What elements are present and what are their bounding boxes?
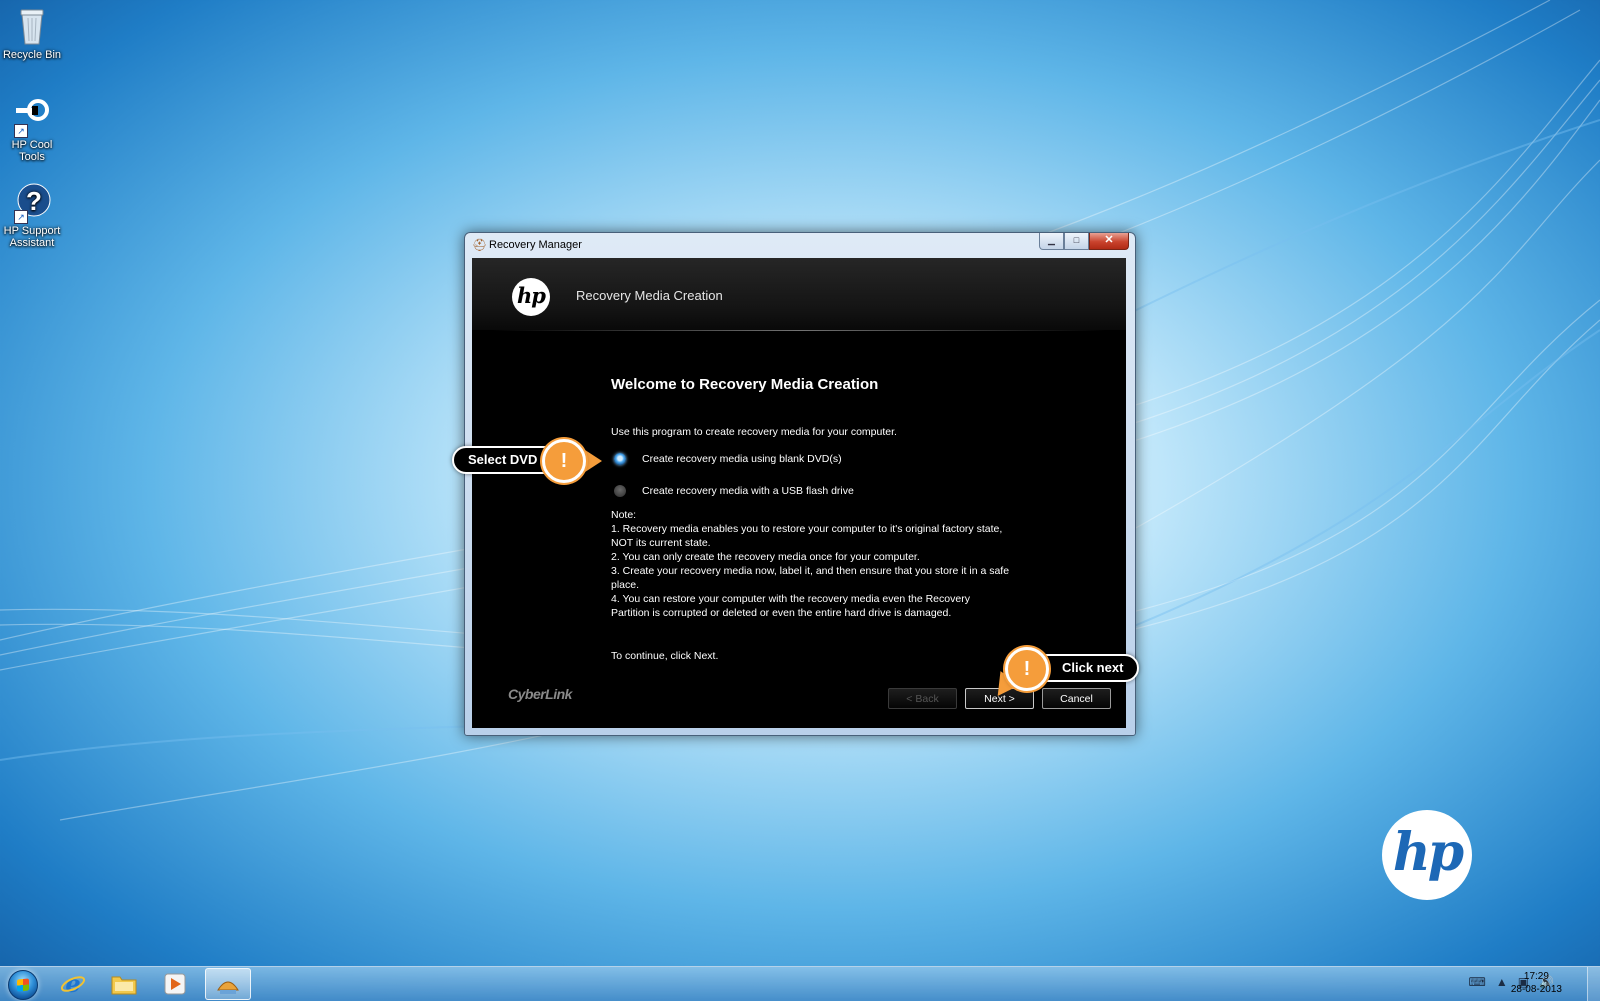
option-label: Create recovery media with a USB flash d… bbox=[642, 485, 854, 497]
folder-icon bbox=[111, 976, 137, 995]
shortcut-arrow-icon: ↗ bbox=[14, 124, 28, 138]
recovery-manager-icon bbox=[217, 981, 239, 994]
hp-support-assistant-icon: ? ↗ bbox=[12, 182, 52, 224]
desktop-icon-hp-support-assistant[interactable]: ? ↗ HP Support Assistant bbox=[0, 182, 64, 249]
cyberlink-logo: CyberLink bbox=[508, 686, 572, 702]
internet-explorer-icon: e bbox=[60, 971, 86, 997]
svg-text:e: e bbox=[65, 971, 80, 997]
desktop-icon-label: HP Cool Tools bbox=[11, 139, 53, 163]
taskbar-windows-explorer[interactable] bbox=[101, 968, 147, 1000]
continue-text: To continue, click Next. bbox=[611, 650, 719, 662]
show-desktop-button[interactable] bbox=[1587, 967, 1600, 1001]
recovery-manager-app-icon: ⛑ bbox=[472, 238, 488, 252]
window-titlebar[interactable]: ⛑ Recovery Manager ▁ □ ✕ bbox=[465, 233, 1135, 257]
header-divider bbox=[492, 330, 1106, 331]
cancel-button[interactable]: Cancel bbox=[1042, 688, 1111, 709]
radio-button[interactable] bbox=[614, 485, 626, 497]
note-line: 4. You can restore your computer with th… bbox=[611, 593, 970, 605]
desktop-icon-label: Recycle Bin bbox=[2, 49, 62, 61]
option-usb[interactable]: Create recovery media with a USB flash d… bbox=[611, 485, 854, 497]
start-button[interactable] bbox=[3, 967, 39, 1001]
option-dvd[interactable]: Create recovery media using blank DVD(s) bbox=[611, 453, 842, 465]
header-title: Recovery Media Creation bbox=[576, 288, 723, 303]
app-header: hp Recovery Media Creation bbox=[472, 258, 1126, 330]
taskbar-media-player[interactable] bbox=[152, 968, 198, 1000]
hp-logo: hp bbox=[512, 278, 550, 316]
note-line: 2. You can only create the recovery medi… bbox=[611, 551, 920, 563]
intro-text: Use this program to create recovery medi… bbox=[611, 426, 897, 438]
media-player-icon bbox=[164, 973, 186, 995]
taskbar: e ⌨ ▲ ▣ 🔊 17:29 28-08-2013 bbox=[0, 966, 1600, 1001]
notes-text: Note: 1. Recovery media enables you to r… bbox=[611, 508, 1041, 620]
maximize-button[interactable]: □ bbox=[1064, 233, 1089, 250]
keyboard-icon[interactable]: ⌨ bbox=[1468, 975, 1485, 989]
desktop-icon-hp-cool-tools[interactable]: ↗ HP Cool Tools bbox=[0, 96, 64, 163]
option-label: Create recovery media using blank DVD(s) bbox=[642, 453, 842, 465]
taskbar-clock[interactable]: 17:29 28-08-2013 bbox=[1511, 970, 1562, 996]
clock-time: 17:29 bbox=[1523, 971, 1549, 982]
radio-button-selected[interactable] bbox=[614, 453, 626, 465]
show-hidden-icons-icon[interactable]: ▲ bbox=[1496, 975, 1508, 989]
note-line: Partition is corrupted or deleted or eve… bbox=[611, 607, 952, 619]
svg-text:?: ? bbox=[26, 186, 42, 216]
note-line: 1. Recovery media enables you to restore… bbox=[611, 523, 1003, 535]
desktop-icon-label: HP Support Assistant bbox=[3, 225, 61, 249]
minimize-icon: ▁ bbox=[1048, 235, 1055, 245]
shortcut-arrow-icon: ↗ bbox=[14, 210, 28, 224]
maximize-icon: □ bbox=[1073, 235, 1080, 245]
close-button[interactable]: ✕ bbox=[1089, 233, 1129, 250]
note-line: 3. Create your recovery media now, label… bbox=[611, 565, 1010, 577]
close-icon: ✕ bbox=[1104, 234, 1114, 246]
note-line: place. bbox=[611, 579, 640, 591]
note-line: Note: bbox=[611, 509, 637, 521]
back-button[interactable]: < Back bbox=[888, 688, 957, 709]
note-line: NOT its current state. bbox=[611, 537, 711, 549]
minimize-button[interactable]: ▁ bbox=[1039, 233, 1064, 250]
recycle-bin-icon bbox=[12, 6, 52, 46]
callout-badge: ! bbox=[1005, 647, 1049, 691]
clock-date: 28-08-2013 bbox=[1510, 984, 1562, 995]
window-title: Recovery Manager bbox=[489, 239, 582, 251]
hp-cool-tools-icon: ↗ bbox=[12, 96, 52, 138]
wallpaper-hp-logo: hp bbox=[1382, 810, 1472, 900]
taskbar-recovery-manager[interactable] bbox=[205, 968, 251, 1000]
windows-logo-icon bbox=[8, 970, 38, 1000]
callout-badge: ! bbox=[542, 439, 586, 483]
taskbar-internet-explorer[interactable]: e bbox=[50, 968, 96, 1000]
desktop-icon-recycle-bin[interactable]: Recycle Bin bbox=[0, 6, 64, 61]
page-title: Welcome to Recovery Media Creation bbox=[611, 376, 879, 393]
